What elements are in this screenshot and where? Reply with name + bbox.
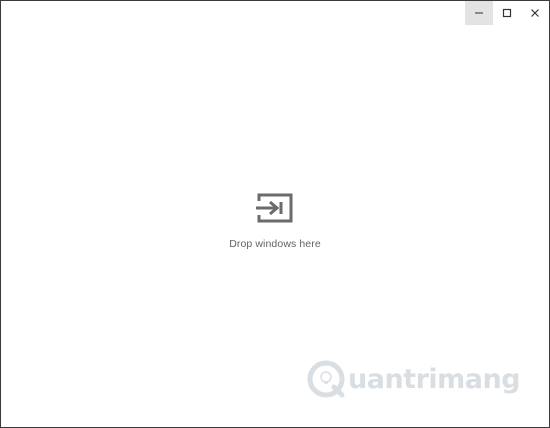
- window-title-bar: [465, 1, 549, 25]
- close-icon: [531, 9, 539, 17]
- move-window-in-icon: [256, 193, 293, 223]
- watermark-text: uantrimang: [348, 363, 521, 395]
- watermark: uantrimang: [306, 359, 521, 399]
- minimize-icon: [475, 12, 483, 14]
- watermark-logo: [307, 360, 345, 398]
- maximize-icon: [502, 8, 512, 18]
- drop-zone[interactable]: Drop windows here: [1, 191, 549, 250]
- drop-windows-label: Drop windows here: [229, 238, 321, 250]
- minimize-button[interactable]: [465, 1, 493, 25]
- close-button[interactable]: [521, 1, 549, 25]
- desk-window: Drop windows here uantrimang: [0, 0, 550, 428]
- maximize-button[interactable]: [493, 1, 521, 25]
